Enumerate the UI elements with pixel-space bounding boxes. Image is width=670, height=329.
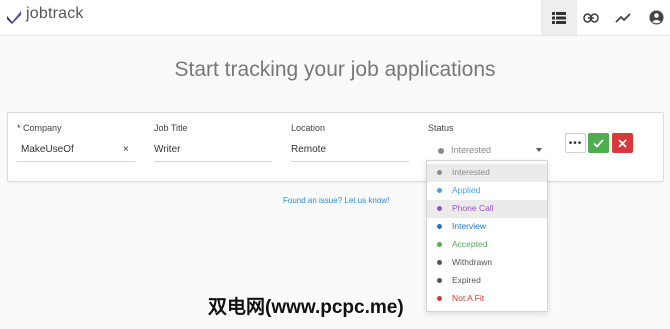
status-option-applied[interactable]: Applied [427,182,547,200]
chevron-down-icon [536,148,542,152]
location-underline [291,161,409,162]
option-label: Interview [452,221,487,231]
jobtrack-logo-icon [7,11,21,24]
status-dot-icon [437,206,442,211]
option-label: Expired [452,275,481,285]
cancel-button[interactable] [612,133,633,153]
status-dot-icon [437,278,442,283]
report-issue-link[interactable]: Found an issue? Let us know! [283,196,389,205]
option-label: Interested [452,167,490,177]
company-input[interactable]: MakeUseOf [21,144,74,155]
status-option-interview[interactable]: Interview [427,218,547,236]
location-label: Location [291,123,326,133]
job-title-underline [154,161,272,162]
status-option-phone-call[interactable]: Phone Call [427,200,547,218]
list-icon [552,11,566,24]
new-application-form: * Company MakeUseOf × Job Title Writer L… [7,112,664,182]
status-option-withdrawn[interactable]: Withdrawn [427,254,547,272]
status-dot-icon [437,188,442,193]
trend-icon [615,12,631,23]
status-color-dot [438,148,444,154]
status-option-accepted[interactable]: Accepted [427,236,547,254]
nav-list-button[interactable] [541,0,577,35]
link-icon [583,12,599,23]
option-label: Withdrawn [452,257,493,267]
status-option-expired[interactable]: Expired [427,272,547,290]
brand-name: jobtrack [26,5,84,22]
status-option-interested[interactable]: Interested [427,164,547,182]
nav-stats-button[interactable] [605,0,641,35]
status-selected-value: Interested [451,145,492,155]
check-icon [593,138,604,148]
status-dot-icon [437,242,442,247]
company-label: * Company [17,123,62,133]
status-dropdown-menu: Interested Applied Phone Call Interview … [426,160,548,312]
page-title: Start tracking your job applications [174,58,496,81]
close-icon [618,138,627,148]
company-label-text: Company [23,123,62,133]
account-icon [649,10,663,25]
job-title-label: Job Title [154,123,188,133]
option-label: Applied [452,185,481,195]
location-input[interactable]: Remote [291,144,326,155]
clear-company-button[interactable]: × [123,144,129,155]
more-options-button[interactable]: ••• [565,133,586,153]
nav-link-button[interactable] [573,0,609,35]
nav-account-button[interactable] [638,0,670,35]
option-label: Not A Fit [452,293,485,303]
status-option-not-a-fit[interactable]: Not A Fit [427,290,547,308]
required-mark: * [17,123,21,133]
status-dot-icon [437,260,442,265]
company-underline [17,161,135,162]
status-dot-icon [437,224,442,229]
option-label: Phone Call [452,203,494,213]
top-bar: jobtrack [0,0,670,36]
save-button[interactable] [588,133,609,153]
status-dot-icon [437,170,442,175]
status-label: Status [428,123,454,133]
job-title-input[interactable]: Writer [154,144,180,155]
option-label: Accepted [452,239,488,249]
status-dot-icon [437,296,442,301]
watermark-text: 双电网(www.pcpc.me) [208,297,404,318]
